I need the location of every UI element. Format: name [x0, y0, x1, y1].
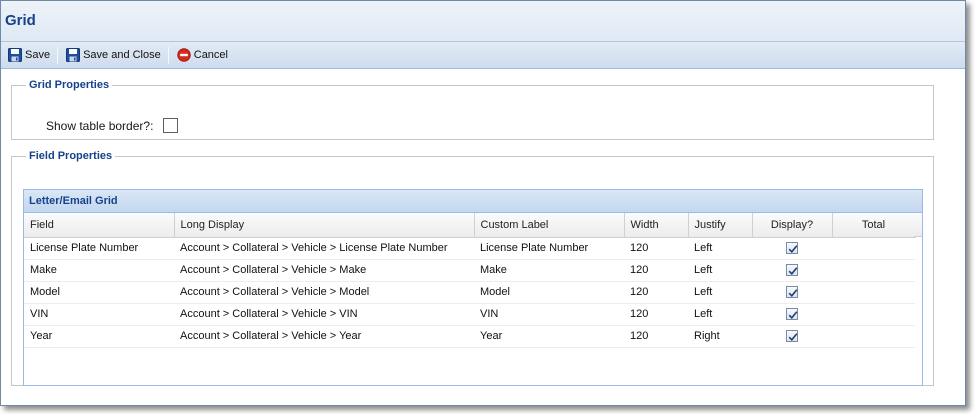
cell-width[interactable]: 120 [624, 259, 688, 282]
grid-title: Letter/Email Grid [24, 190, 922, 213]
save-and-close-label: Save and Close [83, 49, 161, 61]
cell-justify[interactable]: Left [688, 259, 752, 282]
cell-field[interactable]: Model [24, 281, 174, 304]
cell-long-display[interactable]: Account > Collateral > Vehicle > Model [174, 281, 474, 304]
cell-custom-label[interactable]: Year [474, 325, 624, 348]
table-row[interactable]: Make Account > Collateral > Vehicle > Mak… [24, 259, 915, 282]
show-border-checkbox[interactable] [163, 118, 179, 133]
cell-field[interactable]: Make [24, 259, 174, 282]
display-checkbox[interactable] [786, 330, 798, 343]
toolbar-separator [167, 46, 169, 64]
cell-display [752, 303, 832, 326]
save-and-close-button[interactable]: Save and Close [64, 45, 163, 65]
cell-long-display[interactable]: Account > Collateral > Vehicle > License… [174, 237, 474, 260]
field-properties-fieldset: Field Properties Letter/Email Grid Field… [11, 150, 934, 386]
cell-custom-label[interactable]: License Plate Number [474, 237, 624, 260]
cell-justify[interactable]: Right [688, 325, 752, 348]
cell-total[interactable] [832, 281, 915, 304]
cell-custom-label[interactable]: Make [474, 259, 624, 282]
save-button[interactable]: Save [6, 45, 52, 65]
table-header-row: Field Long Display Custom Label Width Ju… [24, 213, 916, 238]
window-title: Grid [5, 12, 36, 29]
cell-field[interactable]: Year [24, 325, 174, 348]
table-row[interactable]: Year Account > Collateral > Vehicle > Yea… [24, 325, 915, 348]
save-label: Save [25, 49, 51, 61]
display-checkbox[interactable] [786, 242, 798, 255]
cell-width[interactable]: 120 [624, 303, 688, 326]
cell-field[interactable]: License Plate Number [24, 237, 174, 260]
table-row[interactable]: VIN Account > Collateral > Vehicle > VIN V… [24, 303, 915, 326]
cancel-button[interactable]: Cancel [175, 45, 230, 65]
field-properties-legend: Field Properties [29, 150, 113, 162]
cell-display [752, 237, 832, 260]
grid-properties-fieldset: Grid Properties Show table border?: [11, 79, 934, 140]
floppy-disk-icon [8, 48, 22, 62]
toolbar-separator [57, 46, 59, 64]
fields-table: Field Long Display Custom Label Width Ju… [24, 213, 916, 348]
cell-custom-label[interactable]: VIN [474, 303, 624, 326]
show-border-label: Show table border?: [46, 118, 154, 133]
column-header-display[interactable]: Display? [752, 213, 833, 238]
header-scroll-spacer [914, 213, 922, 237]
column-header-justify[interactable]: Justify [688, 213, 753, 238]
cell-field[interactable]: VIN [24, 303, 174, 326]
cell-justify[interactable]: Left [688, 237, 752, 260]
cell-custom-label[interactable]: Model [474, 281, 624, 304]
cell-width[interactable]: 120 [624, 281, 688, 304]
title-bar: Grid [1, 1, 965, 42]
cancel-circle-icon [177, 48, 191, 62]
cell-display [752, 259, 832, 282]
display-checkbox[interactable] [786, 286, 798, 299]
cell-width[interactable]: 120 [624, 237, 688, 260]
cell-width[interactable]: 120 [624, 325, 688, 348]
table-row[interactable]: Model Account > Collateral > Vehicle > Mo… [24, 281, 915, 304]
cell-long-display[interactable]: Account > Collateral > Vehicle > Make [174, 259, 474, 282]
column-header-custom-label[interactable]: Custom Label [474, 213, 625, 238]
cell-total[interactable] [832, 325, 915, 348]
column-header-field[interactable]: Field [24, 213, 175, 238]
toolbar: Save Save and Close Cancel [1, 42, 965, 69]
column-header-long-display[interactable]: Long Display [174, 213, 475, 238]
cell-long-display[interactable]: Account > Collateral > Vehicle > Year [174, 325, 474, 348]
show-border-row: Show table border?: [46, 118, 179, 133]
table-row[interactable]: License Plate Number Account > Collateral… [24, 237, 915, 260]
cell-display [752, 281, 832, 304]
grid-window: Grid Save Save and Close Cancel Grid Pro… [0, 0, 966, 406]
cell-total[interactable] [832, 237, 915, 260]
column-header-total[interactable]: Total [832, 213, 916, 238]
letter-email-grid: Letter/Email Grid Field Long Display Cus… [23, 189, 923, 386]
display-checkbox[interactable] [786, 264, 798, 277]
floppy-disk-icon [66, 48, 81, 62]
display-checkbox[interactable] [786, 308, 798, 321]
column-header-width[interactable]: Width [624, 213, 689, 238]
cell-long-display[interactable]: Account > Collateral > Vehicle > VIN [174, 303, 474, 326]
table-body: License Plate Number Account > Collateral… [24, 237, 915, 348]
grid-properties-legend: Grid Properties [29, 79, 110, 91]
cell-display [752, 325, 832, 348]
cell-total[interactable] [832, 259, 915, 282]
cancel-label: Cancel [193, 49, 228, 61]
cell-justify[interactable]: Left [688, 281, 752, 304]
cell-justify[interactable]: Left [688, 303, 752, 326]
cell-total[interactable] [832, 303, 915, 326]
